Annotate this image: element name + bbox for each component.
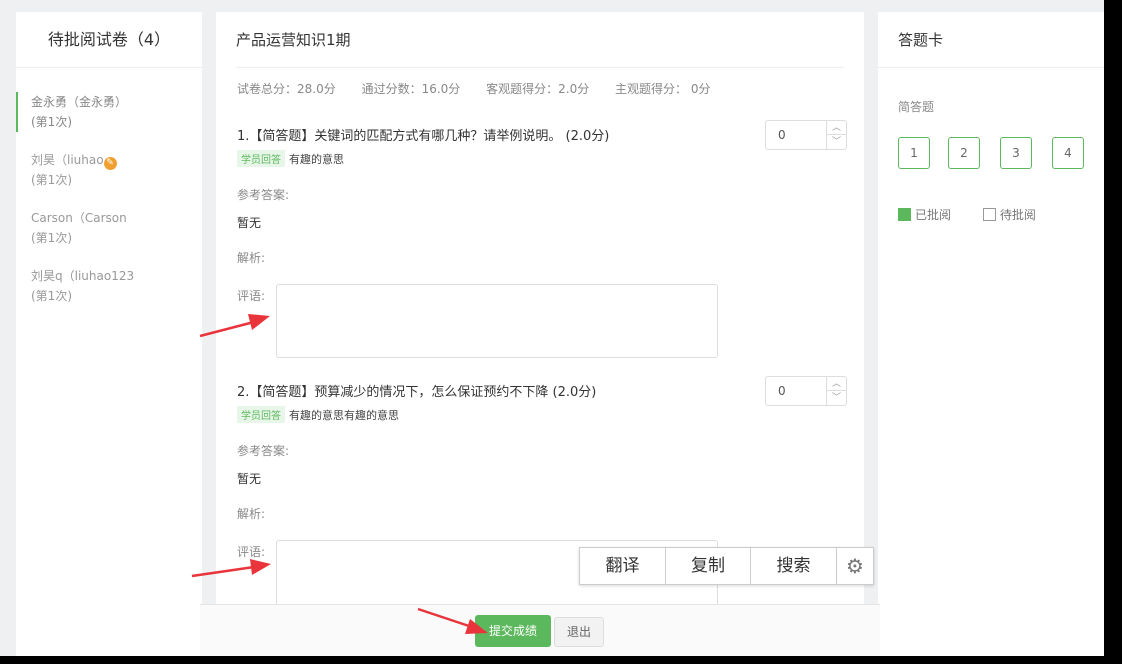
- pending-swatch: [982, 208, 996, 221]
- analysis-label: 解析:: [237, 251, 266, 265]
- subjective-score: 主观题得分： 0分: [615, 82, 711, 96]
- reference-label: 参考答案:: [237, 444, 290, 458]
- student-item[interactable]: Carson（Carson (第1次): [16, 206, 202, 250]
- bottom-action-bar: 提交成绩 退出: [200, 604, 880, 656]
- comment-label: 评语:: [237, 289, 266, 303]
- student-attempt: (第1次): [31, 289, 72, 303]
- student-answer-tag: 学员回答: [237, 150, 285, 167]
- score-value[interactable]: 0: [778, 128, 786, 142]
- question-number-button[interactable]: 2: [948, 137, 980, 169]
- chevron-up-icon[interactable]: ︿: [827, 377, 846, 391]
- student-name: 金永勇（金永勇）: [31, 95, 128, 109]
- pass-score: 通过分数：16.0分: [361, 82, 461, 96]
- question-title: 1.【简答题】关键词的匹配方式有哪几种？请举例说明。 (2.0分): [237, 129, 610, 144]
- chevron-down-icon[interactable]: ﹀: [827, 391, 846, 405]
- question-number-button[interactable]: 4: [1052, 137, 1084, 169]
- reference-label: 参考答案:: [237, 188, 290, 202]
- section-label: 简答题: [898, 100, 935, 114]
- question-2: 2.【简答题】预算减少的情况下，怎么保证预约不下降 (2.0分) 学员回答 有趣的…: [237, 376, 847, 614]
- student-name: 刘昊（liuhao: [31, 153, 104, 167]
- student-answer-tag: 学员回答: [237, 406, 285, 423]
- score-summary: 试卷总分：28.0分 通过分数：16.0分 客观题得分：2.0分 主观题得分： …: [216, 80, 864, 97]
- pencil-icon: ✎: [103, 157, 117, 170]
- question-title: 2.【简答题】预算减少的情况下，怎么保证预约不下降 (2.0分): [237, 385, 597, 400]
- student-attempt: (第1次): [31, 173, 72, 187]
- screen: 待批阅试卷（4） 金永勇（金永勇） (第1次) 刘昊（liuhao ✎ (第1次)…: [0, 0, 1104, 656]
- question-number-button[interactable]: 3: [1000, 137, 1032, 169]
- student-attempt: (第1次): [31, 231, 72, 245]
- gear-icon[interactable]: ⚙: [837, 548, 873, 584]
- student-item[interactable]: 金永勇（金永勇） (第1次): [16, 90, 202, 134]
- student-list: 金永勇（金永勇） (第1次) 刘昊（liuhao ✎ (第1次) Carson（C…: [16, 68, 202, 308]
- total-score: 试卷总分：28.0分: [237, 82, 336, 96]
- score-value[interactable]: 0: [778, 384, 786, 398]
- search-button[interactable]: 搜索: [751, 548, 837, 584]
- student-name: Carson（Carson: [31, 211, 127, 225]
- answer-card-title: 答题卡: [878, 12, 1104, 68]
- question-1: 1.【简答题】关键词的匹配方式有哪几种？请举例说明。 (2.0分) 学员回答 有趣…: [237, 120, 847, 358]
- student-attempt: (第1次): [31, 115, 72, 129]
- score-stepper[interactable]: 0 ︿ ﹀: [765, 120, 847, 150]
- pending-papers-panel: 待批阅试卷（4） 金永勇（金永勇） (第1次) 刘昊（liuhao ✎ (第1次)…: [16, 12, 202, 656]
- comment-label: 评语:: [237, 545, 266, 559]
- pending-label: 待批阅: [999, 208, 1036, 222]
- exit-button[interactable]: 退出: [554, 617, 604, 647]
- chevron-up-icon[interactable]: ︿: [827, 121, 846, 135]
- translate-button[interactable]: 翻译: [580, 548, 666, 584]
- question-number-button[interactable]: 1: [898, 137, 930, 169]
- student-answer-text: 有趣的意思有趣的意思: [289, 409, 399, 422]
- student-answer-text: 有趣的意思: [289, 153, 344, 166]
- paper-title: 产品运营知识1期: [236, 12, 844, 68]
- analysis-label: 解析:: [237, 507, 266, 521]
- student-answer: 学员回答 有趣的意思有趣的意思: [237, 406, 847, 423]
- legend: 已批阅 待批阅: [898, 206, 1036, 223]
- student-item[interactable]: 刘昊q（liuhao123 (第1次): [16, 264, 202, 308]
- copy-button[interactable]: 复制: [666, 548, 751, 584]
- student-answer: 学员回答 有趣的意思: [237, 150, 847, 167]
- graded-label: 已批阅: [915, 208, 952, 222]
- graded-swatch: [898, 208, 911, 221]
- student-item[interactable]: 刘昊（liuhao ✎ (第1次): [16, 148, 202, 192]
- student-name: 刘昊q（liuhao123: [31, 269, 135, 283]
- comment-textarea[interactable]: [276, 284, 718, 358]
- pending-papers-title: 待批阅试卷（4）: [16, 12, 202, 68]
- objective-score: 客观题得分：2.0分: [486, 82, 590, 96]
- reference-value: 暂无: [237, 216, 262, 230]
- answer-card-panel: 答题卡 简答题 1 2 3 4 已批阅 待批阅: [878, 12, 1104, 656]
- reference-value: 暂无: [237, 472, 262, 486]
- submit-score-button[interactable]: 提交成绩: [475, 615, 551, 647]
- score-stepper[interactable]: 0 ︿ ﹀: [765, 376, 847, 406]
- chevron-down-icon[interactable]: ﹀: [827, 135, 846, 149]
- selection-popup-toolbar: 翻译 复制 搜索 ⚙: [579, 547, 874, 585]
